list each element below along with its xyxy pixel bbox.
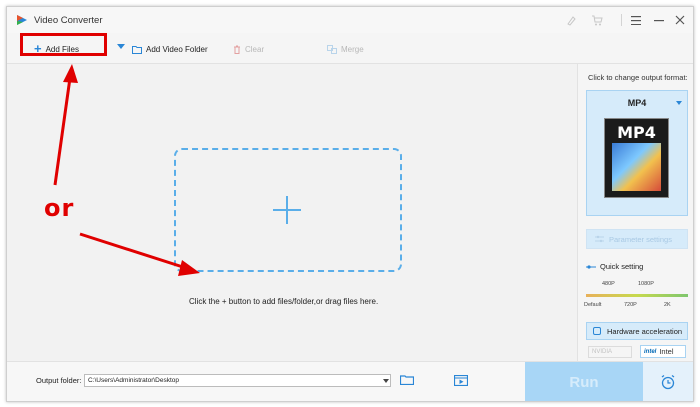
hardware-acceleration-toggle[interactable]: Hardware acceleration [586,322,688,340]
bottom-bar: Output folder: C:\Users\Administrator\De… [7,361,693,401]
parameter-settings-label: Parameter settings [609,234,672,244]
drop-zone[interactable] [174,148,402,272]
chevron-down-icon[interactable] [383,379,389,383]
slider-label-2k: 2K [664,302,671,308]
alarm-clock-icon [661,374,675,390]
film-image [612,143,661,191]
title-bar: Video Converter [7,7,693,33]
folder-icon[interactable] [400,375,414,385]
file-list-area[interactable]: Click the + button to add files/folder,o… [7,64,577,361]
quality-slider[interactable] [586,294,688,297]
slider-label-1080p: 1080P [638,281,654,287]
merge-button[interactable]: Merge [327,41,364,57]
slider-label-720p: 720P [624,302,637,308]
output-folder-field[interactable]: C:\Users\Administrator\Desktop [84,374,391,387]
mp4-format-icon: MP4 [604,118,669,198]
app-title: Video Converter [34,15,103,26]
format-prompt: Click to change output format: [588,73,688,82]
drop-hint: Click the + button to add files/folder,o… [189,297,379,306]
menu-icon[interactable] [627,11,645,29]
add-files-highlight [20,33,107,56]
brush-icon[interactable] [564,13,578,27]
chip-icon [593,327,601,335]
quick-setting-icon [586,264,596,269]
drop-plus-icon-vertical [286,196,288,224]
run-button[interactable]: Run [525,362,643,401]
quick-setting: Quick setting [586,262,643,271]
nvidia-option[interactable]: NVIDIA [588,346,632,358]
slider-label-default: Default [584,302,602,308]
merge-label: Merge [341,44,364,54]
video-icon[interactable] [454,375,468,386]
hardware-acceleration-label: Hardware acceleration [607,326,683,336]
cart-icon[interactable] [590,13,604,27]
format-icon-text: MP4 [617,123,656,142]
output-folder-label: Output folder: [36,376,82,385]
app-logo-icon [17,15,27,25]
parameter-settings-button[interactable]: Parameter settings [586,229,688,249]
add-video-folder-label: Add Video Folder [146,44,208,54]
alarm-clock-button[interactable] [643,362,693,401]
quick-setting-label: Quick setting [600,262,644,271]
or-annotation: or [44,194,75,222]
slider-top-labels: 480P 1080P [602,281,692,289]
merge-icon [327,44,337,54]
intel-option[interactable]: intel Intel [640,345,686,358]
folder-plus-icon [132,45,142,54]
slider-label-480p: 480P [602,281,615,287]
clear-button[interactable]: Clear [233,41,264,57]
app-window: Video Converter + Add Files Add Video Fo… [6,6,694,402]
toolbar: + Add Files Add Video Folder Clear Merge [7,35,693,64]
clear-label: Clear [245,44,265,54]
add-video-folder-button[interactable]: Add Video Folder [132,41,208,57]
format-name: MP4 [627,98,647,108]
trash-icon [234,45,240,54]
minimize-icon[interactable] [650,11,668,29]
output-format-selector[interactable]: MP4 MP4 [586,90,688,216]
titlebar-separator [621,14,622,26]
chevron-down-icon [676,101,682,105]
intel-label: Intel [659,347,674,356]
add-files-dropdown-icon[interactable] [117,44,125,49]
slider-bottom-labels: Default 720P 2K [584,302,690,310]
sliders-icon [595,235,604,243]
nvidia-label: NVIDIA [592,349,613,355]
output-sidebar: Click to change output format: MP4 MP4 P… [577,64,693,361]
close-icon[interactable] [671,11,689,29]
intel-logo-icon: intel [644,348,657,355]
